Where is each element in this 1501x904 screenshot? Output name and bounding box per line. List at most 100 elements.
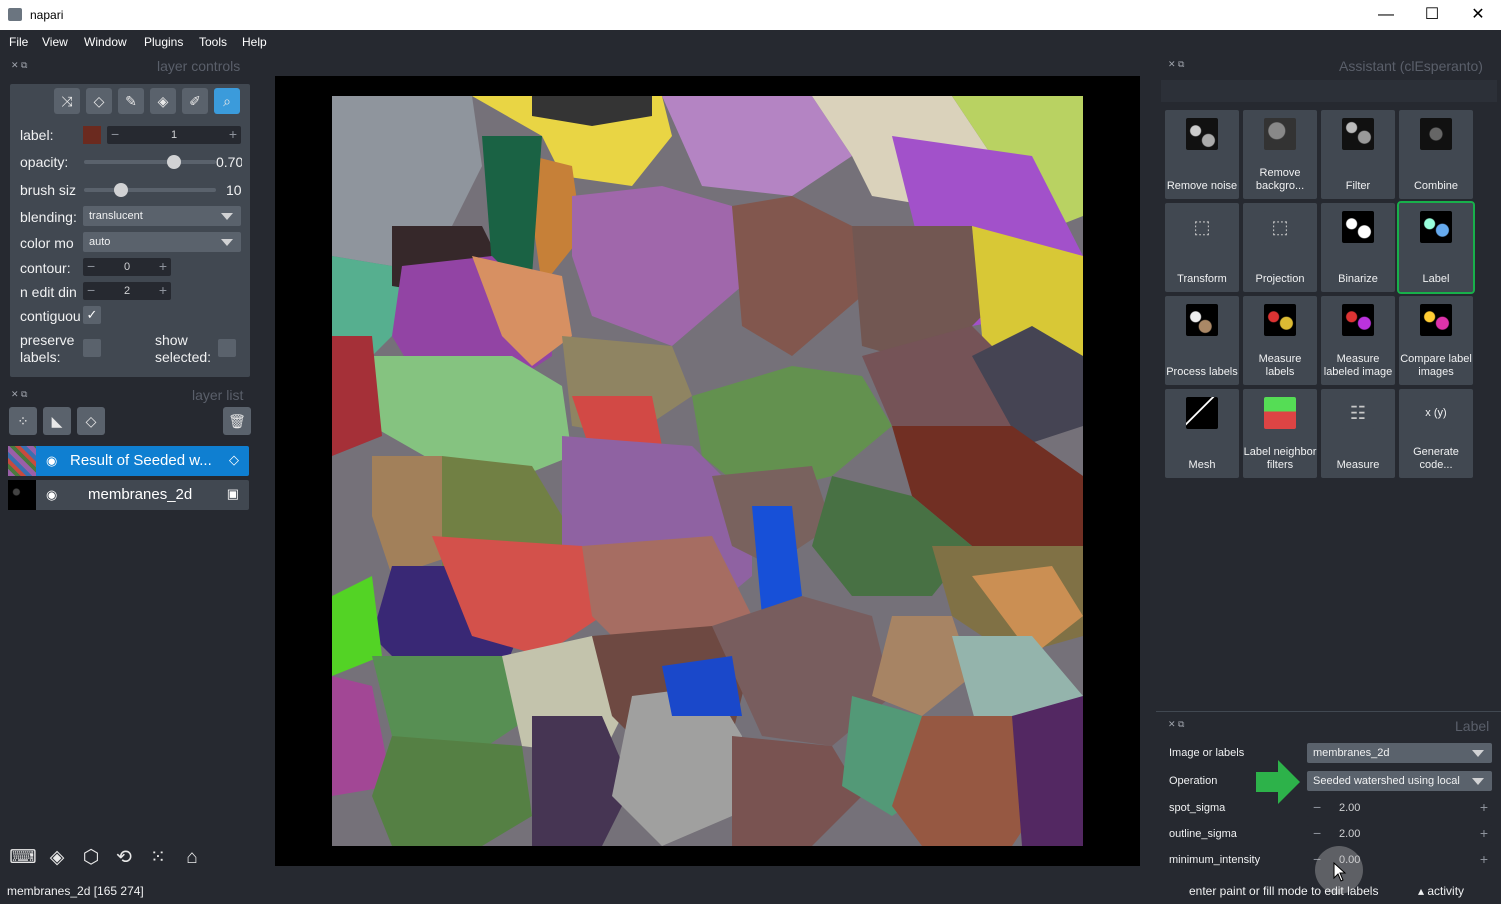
- dock-close-icon[interactable]: ✕ ⧉: [11, 389, 27, 400]
- menu-view[interactable]: View: [42, 35, 68, 49]
- zoom-icon: ⌕: [223, 93, 231, 109]
- new-points-button[interactable]: ⁘: [9, 407, 37, 435]
- delete-layer-button[interactable]: 🗑: [223, 407, 251, 435]
- assistant-transform-button[interactable]: ⬚ Transform: [1165, 203, 1239, 292]
- assistant-measure-labeled-image-button[interactable]: Measure labeled image: [1321, 296, 1395, 385]
- assistant-measure-button[interactable]: ☷ Measure: [1321, 389, 1395, 478]
- dock-close-icon[interactable]: ✕ ⧉: [11, 60, 27, 71]
- assistant-button-label: Generate code...: [1413, 446, 1459, 471]
- fill-button[interactable]: ◈: [150, 88, 176, 114]
- viewer-canvas[interactable]: [275, 76, 1140, 866]
- increment-icon[interactable]: +: [1480, 825, 1488, 842]
- home-button[interactable]: ⌂: [178, 844, 206, 872]
- fill-icon: ◈: [157, 93, 169, 109]
- pan-zoom-button[interactable]: ⌕: [214, 88, 240, 114]
- compare-label-images-icon: [1420, 304, 1452, 336]
- assistant-button-label: Label neighbor filters: [1243, 446, 1317, 471]
- assistant-label-neighbor-filters-button[interactable]: Label neighbor filters: [1243, 389, 1317, 478]
- assistant-projection-button[interactable]: ⬚ Projection: [1243, 203, 1317, 292]
- green-arrow-icon: [1256, 760, 1300, 804]
- picker-icon: ✐: [189, 93, 201, 109]
- close-button[interactable]: ✕: [1455, 0, 1501, 30]
- layer-row-result[interactable]: ◉ Result of Seeded w... ◇: [8, 446, 249, 476]
- activity-button[interactable]: ▴ activity: [1418, 884, 1464, 898]
- shapes-icon: ◣: [51, 413, 63, 429]
- eye-icon[interactable]: ◉: [46, 453, 57, 469]
- ndisplay-button[interactable]: ◈: [43, 844, 71, 872]
- menu-file[interactable]: File: [9, 35, 28, 49]
- increment-icon[interactable]: +: [159, 258, 167, 275]
- contour-value: 0: [123, 261, 131, 273]
- trash-icon: 🗑: [228, 413, 246, 429]
- brush-size-slider-handle[interactable]: [113, 183, 128, 197]
- increment-icon[interactable]: +: [1480, 851, 1488, 868]
- layer-name[interactable]: membranes_2d: [88, 486, 238, 503]
- label-spinbox[interactable]: −1 +: [107, 126, 241, 144]
- brush-size-slider[interactable]: [84, 188, 216, 192]
- roll-dims-button[interactable]: ⬡: [77, 844, 105, 872]
- paint-button[interactable]: ✎: [118, 88, 144, 114]
- menu-window[interactable]: Window: [84, 35, 127, 49]
- assistant-button-label: Process labels: [1166, 366, 1238, 378]
- minimize-button[interactable]: —: [1363, 0, 1409, 30]
- show-selected-checkbox[interactable]: [218, 339, 236, 357]
- decrement-icon[interactable]: −: [1313, 799, 1321, 816]
- measure-labeled-image-icon: [1342, 304, 1374, 336]
- n-edit-dim-spinbox[interactable]: −2 +: [83, 282, 171, 300]
- contour-spinbox[interactable]: −0 +: [83, 258, 171, 276]
- assistant-filter-button[interactable]: Filter: [1321, 110, 1395, 199]
- spot-sigma-spinbox[interactable]: − 2.00 +: [1307, 799, 1492, 817]
- layer-thumbnail: [8, 446, 36, 476]
- shuffle-colors-button[interactable]: ⤨: [54, 88, 80, 114]
- assistant-mesh-button[interactable]: Mesh: [1165, 389, 1239, 478]
- assistant-remove-background-button[interactable]: Remove backgro...: [1243, 110, 1317, 199]
- assistant-compare-label-images-button[interactable]: Compare label images: [1399, 296, 1473, 385]
- show-selected-label: show selected:: [155, 332, 212, 365]
- dock-close-icon[interactable]: ✕ ⧉: [1168, 719, 1184, 730]
- dock-close-icon[interactable]: ✕ ⧉: [1168, 59, 1184, 70]
- image-or-labels-combobox[interactable]: membranes_2d: [1307, 743, 1492, 763]
- assistant-button-label: Measure labels: [1258, 353, 1302, 378]
- erase-button[interactable]: ◇: [86, 88, 112, 114]
- grid-button[interactable]: ⁙: [144, 844, 172, 872]
- eye-icon[interactable]: ◉: [46, 487, 57, 503]
- cube-icon: ◈: [49, 847, 65, 868]
- menu-plugins[interactable]: Plugins: [144, 35, 183, 49]
- menu-help[interactable]: Help: [242, 35, 267, 49]
- assistant-combine-button[interactable]: Combine: [1399, 110, 1473, 199]
- console-button[interactable]: ⌨: [9, 844, 37, 872]
- chevron-down-icon: [221, 213, 233, 220]
- blending-combobox[interactable]: translucent: [83, 206, 241, 226]
- new-labels-button[interactable]: ◇: [77, 407, 105, 435]
- label-color-swatch[interactable]: [83, 126, 101, 144]
- color-mode-combobox[interactable]: auto: [83, 232, 241, 252]
- preserve-labels-checkbox[interactable]: [83, 339, 101, 357]
- assistant-remove-noise-button[interactable]: Remove noise: [1165, 110, 1239, 199]
- outline-sigma-spinbox[interactable]: − 2.00 +: [1307, 825, 1492, 843]
- contiguous-checkbox[interactable]: ✓: [83, 306, 101, 324]
- new-shapes-button[interactable]: ◣: [43, 407, 71, 435]
- increment-icon[interactable]: +: [1480, 799, 1488, 816]
- generate-code-icon: x (y): [1420, 397, 1452, 429]
- transpose-button[interactable]: ⟲: [110, 844, 138, 872]
- layer-row-membranes[interactable]: ◉ membranes_2d ▣: [8, 480, 249, 510]
- menu-tools[interactable]: Tools: [199, 35, 227, 49]
- increment-icon[interactable]: +: [159, 282, 167, 299]
- opacity-slider[interactable]: [84, 160, 216, 164]
- picker-button[interactable]: ✐: [182, 88, 208, 114]
- assistant-process-labels-button[interactable]: Process labels: [1165, 296, 1239, 385]
- segmentation-image[interactable]: [332, 96, 1083, 846]
- increment-icon[interactable]: +: [229, 126, 237, 143]
- projection-icon: ⬚: [1264, 211, 1296, 243]
- operation-combobox[interactable]: Seeded watershed using local: [1307, 771, 1492, 791]
- assistant-binarize-button[interactable]: Binarize: [1321, 203, 1395, 292]
- assistant-generate-code-button[interactable]: x (y) Generate code...: [1399, 389, 1473, 478]
- decrement-icon[interactable]: −: [1313, 825, 1321, 842]
- opacity-slider-handle[interactable]: [166, 155, 181, 169]
- opacity-value: 0.70: [216, 154, 242, 170]
- layer-name[interactable]: Result of Seeded w...: [70, 452, 220, 469]
- status-coordinates: membranes_2d [165 274]: [7, 884, 144, 898]
- assistant-measure-labels-button[interactable]: Measure labels: [1243, 296, 1317, 385]
- assistant-label-button[interactable]: Label: [1397, 201, 1475, 294]
- maximize-button[interactable]: ☐: [1409, 0, 1455, 30]
